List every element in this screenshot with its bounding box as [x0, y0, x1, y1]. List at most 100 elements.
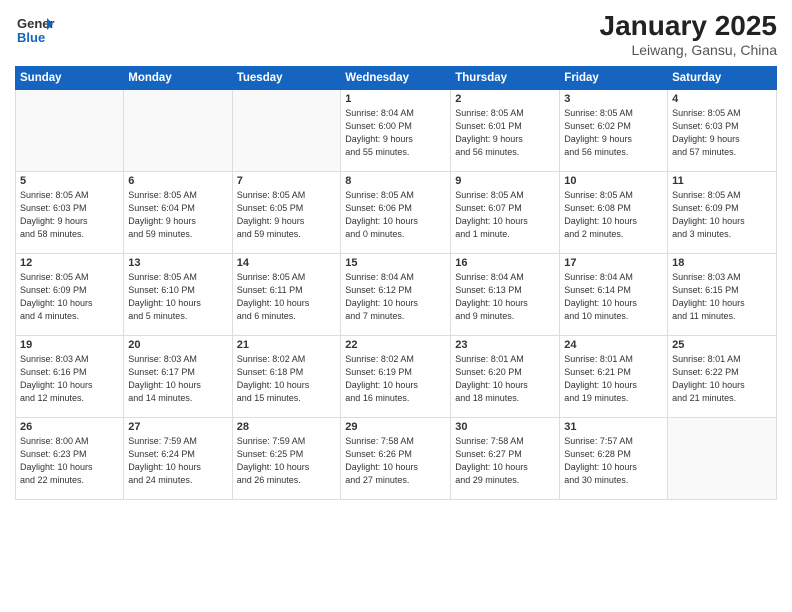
calendar-cell: 23 Sunrise: 8:01 AM Sunset: 6:20 PM Dayli… [451, 336, 560, 418]
day-number: 8 [345, 175, 446, 187]
day-info: Sunrise: 8:03 AM Sunset: 6:16 PM Dayligh… [20, 353, 119, 405]
day-number: 15 [345, 257, 446, 269]
day-number: 21 [237, 339, 337, 351]
logo: General Blue [15, 10, 55, 55]
day-info: Sunrise: 7:58 AM Sunset: 6:26 PM Dayligh… [345, 435, 446, 487]
svg-text:Blue: Blue [17, 30, 45, 45]
day-number: 5 [20, 175, 119, 187]
calendar-cell: 4 Sunrise: 8:05 AM Sunset: 6:03 PM Daylig… [668, 90, 777, 172]
calendar-cell [232, 90, 341, 172]
day-info: Sunrise: 8:02 AM Sunset: 6:19 PM Dayligh… [345, 353, 446, 405]
day-info: Sunrise: 8:05 AM Sunset: 6:10 PM Dayligh… [128, 271, 227, 323]
calendar-cell: 11Sunrise: 8:05 AM Sunset: 6:09 PM Dayli… [668, 172, 777, 254]
day-number: 3 [564, 93, 663, 105]
day-info: Sunrise: 8:01 AM Sunset: 6:20 PM Dayligh… [455, 353, 555, 405]
day-number: 1 [345, 93, 446, 105]
day-number: 22 [345, 339, 446, 351]
day-number: 7 [237, 175, 337, 187]
calendar-cell: 17Sunrise: 8:04 AM Sunset: 6:14 PM Dayli… [560, 254, 668, 336]
header: General Blue January 2025 Leiwang, Gansu… [15, 10, 777, 58]
day-info: Sunrise: 8:00 AM Sunset: 6:23 PM Dayligh… [20, 435, 119, 487]
week-row-4: 26 Sunrise: 8:00 AM Sunset: 6:23 PM Dayli… [16, 418, 777, 500]
day-info: Sunrise: 8:05 AM Sunset: 6:01 PM Dayligh… [455, 107, 555, 159]
day-info: Sunrise: 8:05 AM Sunset: 6:09 PM Dayligh… [672, 189, 772, 241]
day-number: 31 [564, 421, 663, 433]
day-info: Sunrise: 8:05 AM Sunset: 6:09 PM Dayligh… [20, 271, 119, 323]
calendar-cell: 20 Sunrise: 8:03 AM Sunset: 6:17 PM Dayli… [124, 336, 232, 418]
day-number: 19 [20, 339, 119, 351]
day-number: 26 [20, 421, 119, 433]
calendar-cell: 30Sunrise: 7:58 AM Sunset: 6:27 PM Dayli… [451, 418, 560, 500]
day-info: Sunrise: 8:03 AM Sunset: 6:15 PM Dayligh… [672, 271, 772, 323]
day-number: 12 [20, 257, 119, 269]
day-info: Sunrise: 8:05 AM Sunset: 6:05 PM Dayligh… [237, 189, 337, 241]
header-tuesday: Tuesday [232, 67, 341, 90]
day-info: Sunrise: 8:01 AM Sunset: 6:21 PM Dayligh… [564, 353, 663, 405]
day-info: Sunrise: 8:04 AM Sunset: 6:12 PM Dayligh… [345, 271, 446, 323]
day-info: Sunrise: 7:59 AM Sunset: 6:25 PM Dayligh… [237, 435, 337, 487]
calendar-cell: 6Sunrise: 8:05 AM Sunset: 6:04 PM Daylig… [124, 172, 232, 254]
calendar-cell: 3 Sunrise: 8:05 AM Sunset: 6:02 PM Daylig… [560, 90, 668, 172]
day-number: 23 [455, 339, 555, 351]
calendar-cell: 12 Sunrise: 8:05 AM Sunset: 6:09 PM Dayli… [16, 254, 124, 336]
day-number: 20 [128, 339, 227, 351]
calendar-cell: 26 Sunrise: 8:00 AM Sunset: 6:23 PM Dayli… [16, 418, 124, 500]
logo-icon: General Blue [15, 10, 55, 50]
calendar-cell: 21 Sunrise: 8:02 AM Sunset: 6:18 PM Dayli… [232, 336, 341, 418]
calendar-cell [668, 418, 777, 500]
calendar-header-row: Sunday Monday Tuesday Wednesday Thursday… [16, 67, 777, 90]
calendar-cell [16, 90, 124, 172]
title-section: January 2025 Leiwang, Gansu, China [600, 10, 777, 58]
day-info: Sunrise: 8:05 AM Sunset: 6:03 PM Dayligh… [20, 189, 119, 241]
day-number: 28 [237, 421, 337, 433]
month-title: January 2025 [600, 10, 777, 42]
day-number: 29 [345, 421, 446, 433]
calendar-cell: 14Sunrise: 8:05 AM Sunset: 6:11 PM Dayli… [232, 254, 341, 336]
day-info: Sunrise: 8:05 AM Sunset: 6:07 PM Dayligh… [455, 189, 555, 241]
day-info: Sunrise: 7:57 AM Sunset: 6:28 PM Dayligh… [564, 435, 663, 487]
calendar-cell: 16 Sunrise: 8:04 AM Sunset: 6:13 PM Dayli… [451, 254, 560, 336]
day-number: 4 [672, 93, 772, 105]
calendar-cell: 28 Sunrise: 7:59 AM Sunset: 6:25 PM Dayli… [232, 418, 341, 500]
day-info: Sunrise: 8:05 AM Sunset: 6:02 PM Dayligh… [564, 107, 663, 159]
day-info: Sunrise: 8:04 AM Sunset: 6:00 PM Dayligh… [345, 107, 446, 159]
day-info: Sunrise: 8:05 AM Sunset: 6:08 PM Dayligh… [564, 189, 663, 241]
header-saturday: Saturday [668, 67, 777, 90]
day-info: Sunrise: 8:03 AM Sunset: 6:17 PM Dayligh… [128, 353, 227, 405]
calendar-cell: 2 Sunrise: 8:05 AM Sunset: 6:01 PM Daylig… [451, 90, 560, 172]
calendar-cell: 5 Sunrise: 8:05 AM Sunset: 6:03 PM Daylig… [16, 172, 124, 254]
day-number: 13 [128, 257, 227, 269]
day-info: Sunrise: 8:02 AM Sunset: 6:18 PM Dayligh… [237, 353, 337, 405]
day-number: 9 [455, 175, 555, 187]
calendar-cell: 1 Sunrise: 8:04 AM Sunset: 6:00 PM Daylig… [341, 90, 451, 172]
day-number: 16 [455, 257, 555, 269]
day-number: 24 [564, 339, 663, 351]
day-number: 18 [672, 257, 772, 269]
calendar-cell: 7 Sunrise: 8:05 AM Sunset: 6:05 PM Daylig… [232, 172, 341, 254]
location: Leiwang, Gansu, China [600, 42, 777, 58]
day-number: 14 [237, 257, 337, 269]
calendar: Sunday Monday Tuesday Wednesday Thursday… [15, 66, 777, 500]
day-info: Sunrise: 8:04 AM Sunset: 6:13 PM Dayligh… [455, 271, 555, 323]
day-number: 2 [455, 93, 555, 105]
day-number: 17 [564, 257, 663, 269]
calendar-cell: 13 Sunrise: 8:05 AM Sunset: 6:10 PM Dayli… [124, 254, 232, 336]
calendar-cell: 19 Sunrise: 8:03 AM Sunset: 6:16 PM Dayli… [16, 336, 124, 418]
week-row-0: 1 Sunrise: 8:04 AM Sunset: 6:00 PM Daylig… [16, 90, 777, 172]
calendar-cell: 9 Sunrise: 8:05 AM Sunset: 6:07 PM Daylig… [451, 172, 560, 254]
calendar-cell: 29 Sunrise: 7:58 AM Sunset: 6:26 PM Dayli… [341, 418, 451, 500]
day-number: 10 [564, 175, 663, 187]
day-number: 25 [672, 339, 772, 351]
day-number: 30 [455, 421, 555, 433]
week-row-1: 5 Sunrise: 8:05 AM Sunset: 6:03 PM Daylig… [16, 172, 777, 254]
calendar-cell: 27Sunrise: 7:59 AM Sunset: 6:24 PM Dayli… [124, 418, 232, 500]
header-friday: Friday [560, 67, 668, 90]
day-number: 27 [128, 421, 227, 433]
calendar-cell: 25 Sunrise: 8:01 AM Sunset: 6:22 PM Dayli… [668, 336, 777, 418]
calendar-cell [124, 90, 232, 172]
calendar-cell: 24 Sunrise: 8:01 AM Sunset: 6:21 PM Dayli… [560, 336, 668, 418]
day-info: Sunrise: 8:05 AM Sunset: 6:03 PM Dayligh… [672, 107, 772, 159]
day-info: Sunrise: 8:01 AM Sunset: 6:22 PM Dayligh… [672, 353, 772, 405]
day-info: Sunrise: 8:05 AM Sunset: 6:06 PM Dayligh… [345, 189, 446, 241]
calendar-cell: 8 Sunrise: 8:05 AM Sunset: 6:06 PM Daylig… [341, 172, 451, 254]
